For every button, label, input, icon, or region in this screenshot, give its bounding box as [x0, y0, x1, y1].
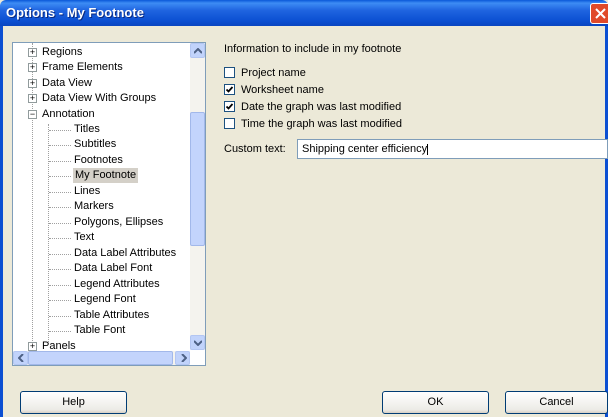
tree-item-label: Data View [42, 77, 92, 89]
tree-line [49, 316, 71, 317]
tree-item-my-footnote[interactable]: My Footnote [73, 168, 139, 183]
expand-icon[interactable]: + [28, 63, 37, 72]
tree-item-data-label-font[interactable]: Data Label Font [74, 261, 152, 276]
worksheet-name-checkbox[interactable] [224, 84, 235, 95]
horizontal-scroll-thumb[interactable] [28, 351, 173, 365]
custom-text-label: Custom text: [224, 143, 286, 155]
help-button[interactable]: Help [20, 391, 127, 414]
scroll-up-button[interactable] [190, 43, 205, 58]
tree-item-legend-font[interactable]: Legend Font [74, 292, 136, 307]
scroll-right-button[interactable] [175, 351, 190, 365]
checkmark-icon [225, 86, 234, 93]
tree-item-legend-attributes[interactable]: Legend Attributes [74, 277, 160, 292]
text-cursor [427, 143, 429, 155]
tree-item-label: Annotation [42, 108, 95, 120]
chevron-right-icon [181, 354, 187, 362]
tree-item-label: Regions [42, 46, 83, 58]
tree-item-label: Polygons, Ellipses [74, 216, 164, 228]
custom-text-input[interactable]: Shipping center efficiency [297, 139, 608, 159]
tree-item-text[interactable]: Text [74, 230, 94, 245]
tree-line [49, 130, 71, 131]
checkbox-label: Date the graph was last modified [241, 101, 402, 113]
window-title: Options - My Footnote [6, 5, 144, 20]
chevron-up-icon [194, 48, 202, 54]
scroll-left-button[interactable] [13, 351, 28, 365]
vertical-scroll-thumb[interactable] [190, 112, 205, 246]
tree-item-label: Lines [74, 185, 101, 197]
tree-item-label: Footnotes [74, 154, 123, 166]
checkbox-label: Project name [241, 67, 306, 79]
tree-line [49, 269, 71, 270]
tree-item-markers[interactable]: Markers [74, 199, 114, 214]
tree-item-label: My Footnote [75, 169, 137, 181]
expand-icon[interactable]: + [28, 48, 37, 57]
tree-item-titles[interactable]: Titles [74, 122, 100, 137]
tree-item-label: Titles [74, 123, 100, 135]
tree-item-label: Data View With Groups [42, 92, 157, 104]
tree-item-table-font[interactable]: Table Font [74, 323, 125, 338]
options-tree[interactable]: + Regions + Frame Elements + Data View +… [12, 42, 206, 366]
tree-item-subtitles[interactable]: Subtitles [74, 137, 116, 152]
tree-line [49, 161, 71, 162]
tree-line [49, 238, 71, 239]
tree-line [49, 331, 71, 332]
tree-item-footnotes[interactable]: Footnotes [74, 153, 123, 168]
section-label: Information to include in my footnote [224, 43, 402, 55]
time-modified-checkbox[interactable] [224, 118, 235, 129]
tree-item-label: Text [74, 231, 95, 243]
tree-item-label: Markers [74, 200, 114, 212]
checkbox-label: Time the graph was last modified [241, 118, 402, 130]
tree-line [32, 43, 33, 349]
expand-icon[interactable]: + [28, 342, 37, 351]
tree-item-label: Legend Font [74, 293, 136, 305]
tree-item-label: Table Attributes [74, 309, 150, 321]
tree-line [49, 192, 71, 193]
checkmark-icon [225, 103, 234, 110]
tree-line [48, 124, 49, 342]
tree-item-label: Legend Attributes [74, 278, 160, 290]
close-icon [595, 8, 606, 19]
window-frame-left [0, 26, 3, 417]
cancel-button[interactable]: Cancel [505, 391, 608, 414]
expand-icon[interactable]: + [28, 94, 37, 103]
expand-icon[interactable]: + [28, 79, 37, 88]
tree-item-label: Frame Elements [42, 61, 123, 73]
checkbox-label: Worksheet name [241, 84, 324, 96]
tree-item-label: Data Label Attributes [74, 247, 177, 259]
tree-line [49, 145, 71, 146]
tree-line [49, 285, 71, 286]
ok-button[interactable]: OK [382, 391, 489, 414]
date-modified-checkbox[interactable] [224, 101, 235, 112]
tree-item-table-attributes[interactable]: Table Attributes [74, 308, 149, 323]
scroll-down-button[interactable] [190, 335, 205, 350]
tree-item-lines[interactable]: Lines [74, 184, 100, 199]
custom-text-value: Shipping center efficiency [302, 143, 428, 155]
tree-item-label: Data Label Font [74, 262, 153, 274]
tree-item-label: Table Font [74, 324, 126, 336]
collapse-icon[interactable]: − [28, 110, 37, 119]
tree-item-polygons-ellipses[interactable]: Polygons, Ellipses [74, 215, 163, 230]
tree-line [49, 223, 71, 224]
tree-line [49, 254, 71, 255]
title-bar: Options - My Footnote [0, 0, 608, 26]
tree-line [49, 300, 71, 301]
project-name-checkbox[interactable] [224, 67, 235, 78]
chevron-left-icon [18, 354, 24, 362]
tree-line [49, 207, 71, 208]
close-button[interactable] [590, 3, 608, 24]
tree-item-data-label-attributes[interactable]: Data Label Attributes [74, 246, 176, 261]
tree-line [49, 176, 71, 177]
tree-item-label: Subtitles [74, 138, 117, 150]
chevron-down-icon [194, 340, 202, 346]
